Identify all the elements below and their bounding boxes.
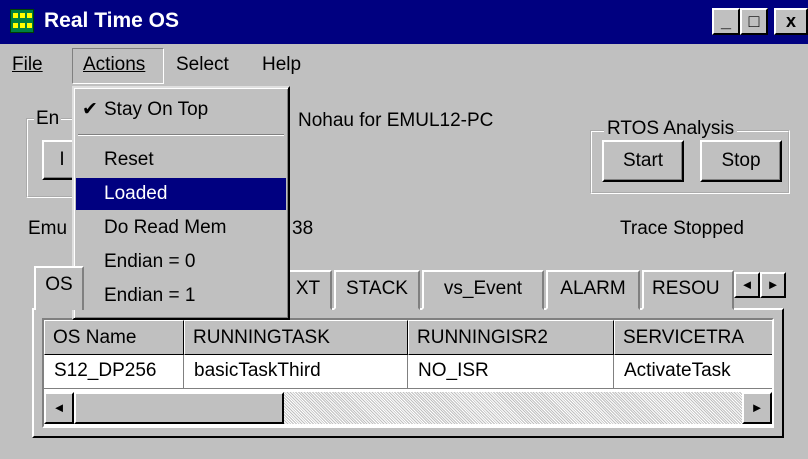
table-cell-runningtask[interactable]: basicTaskThird — [184, 355, 408, 389]
table-cell-servicetrace[interactable]: ActivateTask — [614, 355, 772, 389]
scroll-left-button[interactable]: ◄ — [44, 392, 74, 424]
maximize-button[interactable]: □ — [740, 8, 768, 35]
tab-scroll-left-button[interactable]: ◄ — [734, 272, 760, 298]
menu-item-endian-0[interactable]: Endian = 0 — [76, 246, 286, 278]
minimize-button[interactable]: _ — [712, 8, 740, 35]
menu-item-reset[interactable]: Reset — [76, 144, 286, 176]
menu-help[interactable]: Help — [262, 54, 301, 76]
emulator-status-tail: 38 — [292, 218, 314, 239]
product-text: Nohau for EMUL12-PC — [298, 110, 494, 131]
menu-item-do-read-mem[interactable]: Do Read Mem — [76, 212, 286, 244]
rtos-start-button[interactable]: Start — [602, 140, 684, 182]
menu-item-stay-on-top[interactable]: ✔ Stay On Top — [76, 94, 286, 126]
column-header-runningtask[interactable]: RUNNINGTASK — [184, 320, 408, 355]
app-chip-icon[interactable] — [10, 9, 34, 33]
menu-item-loaded[interactable]: Loaded — [76, 178, 286, 210]
trace-status: Trace Stopped — [620, 218, 744, 239]
right-arrow-icon: ► — [750, 400, 764, 415]
tab-stack[interactable]: STACK — [334, 270, 420, 310]
os-data-grid[interactable]: OS Name RUNNINGTASK RUNNINGISR2 SERVICET… — [42, 318, 774, 428]
emulator-group-label: En — [34, 108, 62, 130]
scroll-right-button[interactable]: ► — [742, 392, 772, 424]
menu-select[interactable]: Select — [176, 54, 229, 76]
tab-resource[interactable]: RESOU — [642, 270, 734, 310]
actions-dropdown-menu: ✔ Stay On Top Reset Loaded Do Read Mem E… — [72, 86, 290, 320]
column-header-runningisr2[interactable]: RUNNINGISR2 — [408, 320, 614, 355]
left-arrow-icon: ◄ — [52, 400, 66, 415]
menu-actions[interactable]: Actions — [83, 54, 145, 76]
tab-scroll-right-button[interactable]: ► — [760, 272, 786, 298]
minimize-icon: _ — [720, 11, 731, 31]
tab-context[interactable]: XT — [284, 270, 332, 310]
title-bar[interactable]: Real Time OS _ □ x — [0, 0, 808, 44]
tab-alarm[interactable]: ALARM — [546, 270, 640, 310]
column-header-servicetrace[interactable]: SERVICETRA — [614, 320, 772, 355]
close-button[interactable]: x — [774, 8, 808, 35]
window-title: Real Time OS — [44, 9, 180, 32]
menu-item-endian-1[interactable]: Endian = 1 — [76, 280, 286, 312]
rtos-analysis-label: RTOS Analysis — [604, 118, 738, 140]
maximize-icon: □ — [748, 11, 760, 31]
horizontal-scrollbar[interactable]: ◄ ► — [44, 392, 772, 424]
column-header-os-name[interactable]: OS Name — [44, 320, 184, 355]
scrollbar-thumb[interactable] — [74, 392, 284, 424]
menu-separator — [78, 134, 284, 136]
close-icon: x — [785, 11, 796, 31]
table-cell-runningisr2[interactable]: NO_ISR — [408, 355, 614, 389]
checkmark-icon: ✔ — [82, 99, 98, 120]
menu-file[interactable]: File — [12, 54, 43, 76]
tab-os[interactable]: OS — [34, 266, 84, 310]
table-cell-os-name[interactable]: S12_DP256 — [44, 355, 184, 389]
right-arrow-icon: ► — [766, 277, 780, 292]
rtos-stop-button[interactable]: Stop — [700, 140, 782, 182]
emulator-status-text: Emu — [28, 218, 68, 239]
left-arrow-icon: ◄ — [740, 277, 754, 292]
tab-vs-event[interactable]: vs_Event — [422, 270, 544, 310]
